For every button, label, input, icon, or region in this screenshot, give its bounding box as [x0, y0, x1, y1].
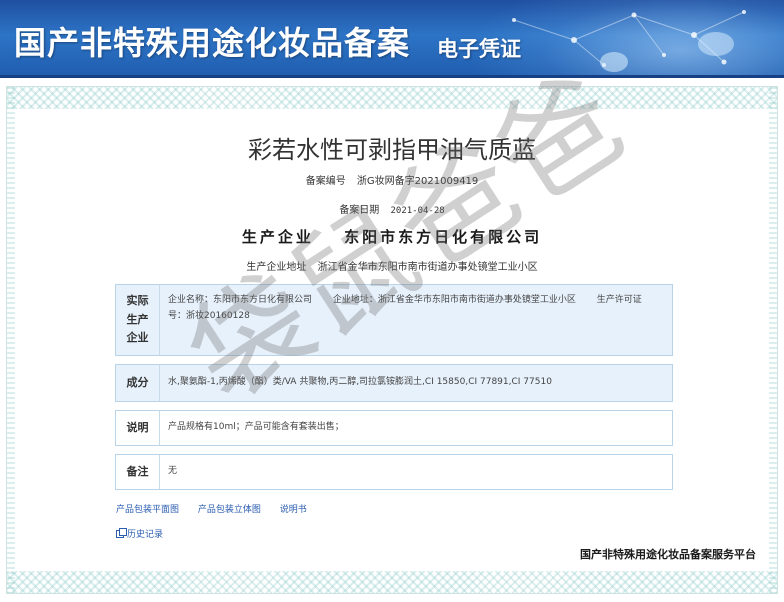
remark-value: 无 [168, 466, 178, 477]
enterprise-name: 企业名称：东阳市东方日化有限公司 [168, 295, 313, 305]
address-label: 生产企业地址 [246, 262, 307, 273]
actual-enterprise-content: 企业名称：东阳市东方日化有限公司 企业地址：浙江省金华市东阳市南市街道办事处镜堂… [168, 285, 658, 355]
attachment-links: 产品包装平面图 产品包装立体图 说明书 [116, 502, 323, 515]
guilloche-border-bottom [7, 571, 777, 593]
address-value: 浙江省金华市东阳市南市街道办事处镜堂工业小区 [317, 262, 538, 273]
banner-divider [0, 75, 784, 78]
manual-link[interactable]: 说明书 [280, 505, 307, 515]
history-icon [116, 527, 127, 538]
product-name: 彩若水性可剥指甲油气质蓝 [248, 136, 536, 164]
record-number-label: 备案编号 [305, 176, 346, 187]
ingredients-block: 成分 水,聚氨酯-1,丙烯酸（酯）类/VA 共聚物,丙二醇,司拉氯铵膨润土,CI… [115, 364, 673, 402]
banner-subtitle: 电子凭证 [437, 36, 521, 61]
platform-name: 国产非特殊用途化妆品备案服务平台 [580, 548, 756, 561]
remark-label: 备注 [116, 455, 160, 489]
guilloche-border-top [7, 87, 777, 109]
manufacturer-line: 生产企业 东阳市东方日化有限公司 [0, 226, 784, 247]
package-3d-image-link[interactable]: 产品包装立体图 [198, 505, 261, 515]
header-banner: 国产非特殊用途化妆品备案 电子凭证 [0, 0, 784, 78]
description-label: 说明 [116, 411, 160, 445]
description-value: 产品规格有10ml；产品可能含有套装出售； [168, 422, 344, 433]
description-block: 说明 产品规格有10ml；产品可能含有套装出售； [115, 410, 673, 446]
record-number-line: 备案编号 浙G妆网备字2021009419 [0, 172, 784, 187]
history-link[interactable]: 历史记录 [116, 527, 163, 540]
manufacturer-address-line: 生产企业地址 浙江省金华市东阳市南市街道办事处镜堂工业小区 [0, 258, 784, 273]
banner-title: 国产非特殊用途化妆品备案 [14, 24, 411, 62]
remark-block: 备注 无 [115, 454, 673, 490]
actual-enterprise-label: 实际生产企业 [116, 285, 160, 355]
history-link-label[interactable]: 历史记录 [127, 527, 163, 540]
actual-enterprise-block: 实际生产企业 企业名称：东阳市东方日化有限公司 企业地址：浙江省金华市东阳市南市… [115, 284, 673, 356]
ingredients-value: 水,聚氨酯-1,丙烯酸（酯）类/VA 共聚物,丙二醇,司拉氯铵膨润土,CI 15… [168, 377, 552, 388]
molecule-network-icon [512, 10, 746, 72]
manufacturer-label: 生产企业 [241, 228, 314, 246]
package-flat-image-link[interactable]: 产品包装平面图 [116, 505, 179, 515]
enterprise-address: 企业地址：浙江省金华市东阳市南市街道办事处镜堂工业小区 [332, 295, 576, 305]
ingredients-label: 成分 [116, 365, 160, 401]
actual-enterprise-label-text: 实际生产企业 [126, 293, 149, 345]
record-date: 2021-04-28 [390, 206, 445, 216]
manufacturer-name: 东阳市东方日化有限公司 [344, 228, 543, 246]
record-date-label: 备案日期 [339, 205, 380, 216]
record-date-line: 备案日期 2021-04-28 [0, 201, 784, 216]
record-number: 浙G妆网备字2021009419 [356, 176, 479, 187]
